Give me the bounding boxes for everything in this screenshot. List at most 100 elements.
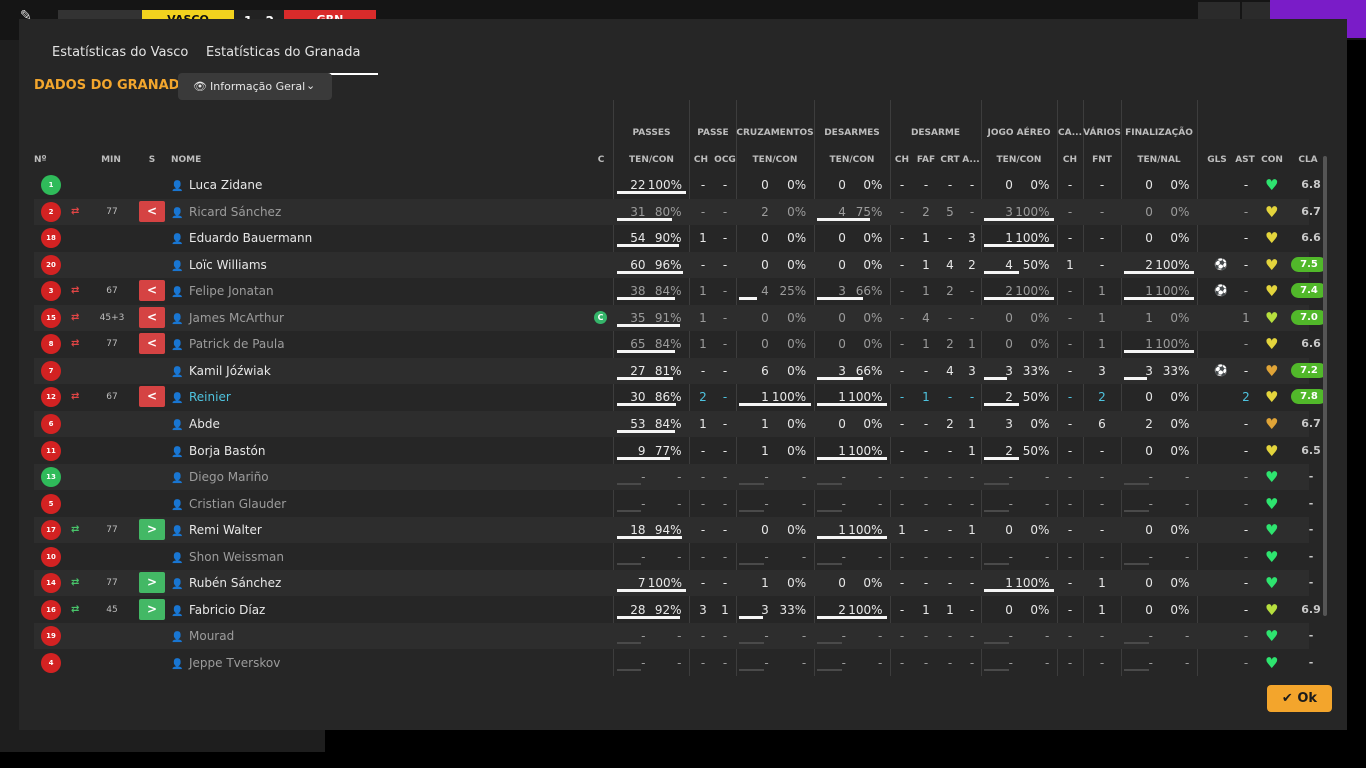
player-name[interactable]: 👤 Cristian Glauder xyxy=(171,491,286,517)
player-name[interactable]: 👤 Fabricio Díaz xyxy=(171,597,265,623)
player-name[interactable]: 👤 Remi Walter xyxy=(171,517,262,543)
table-row[interactable]: 17 ⇄ 77 > 👤 Remi Walter 18 94% 0 0% 1 100% 0 0% 0 0% - -1… xyxy=(34,517,1313,544)
column-header[interactable]: GLS xyxy=(1204,155,1230,165)
stat-attempts: 0 xyxy=(838,178,846,192)
table-row[interactable]: 6 👤 Abde 53 84% 1 0% 0 0% 3 0% 2 0% 1- - -2 1-6- ♥ 6.7 xyxy=(34,410,1321,437)
column-header[interactable]: CON xyxy=(1258,155,1286,165)
table-row[interactable]: 10 👤 Shon Weissman - - - - - - - - - - - - - - - - - - - ♥ - xyxy=(34,544,1313,570)
column-header[interactable]: CH xyxy=(1059,155,1081,165)
stat-cell: 1 xyxy=(699,337,707,352)
sub-off-button[interactable]: < xyxy=(139,280,165,302)
player-name-label: Borja Bastón xyxy=(189,443,266,458)
table-row[interactable]: 19 👤 Mourad - - - - - - - - - - - - - - - - - - - ♥ - xyxy=(34,623,1313,650)
shirt-number-icon: 6 xyxy=(41,413,61,434)
success-rate-bar xyxy=(817,376,864,380)
ok-button[interactable]: ✔ Ok xyxy=(1267,685,1332,712)
column-header[interactable]: Nº xyxy=(34,155,54,165)
sub-on-button[interactable]: > xyxy=(139,598,165,620)
player-name[interactable]: 👤 James McArthur xyxy=(171,305,284,331)
column-header[interactable]: FNT xyxy=(1083,155,1121,165)
table-row[interactable]: 8 ⇄ 77 < 👤 Patrick de Paula 65 84% 0 0% 0 0% 0 0% 1 100… xyxy=(34,331,1321,357)
stat-attempts: 65 xyxy=(630,337,646,352)
person-icon: 👤 xyxy=(171,313,184,325)
eye-icon: 👁 xyxy=(193,80,207,93)
player-name[interactable]: 👤 Patrick de Paula xyxy=(171,331,285,357)
table-row[interactable]: 15 ⇄ 45+3 < 👤 James McArthur C 35 91% 0 0% 0 0% 0 0% 1 0… xyxy=(34,304,1324,331)
stat-success: 100% xyxy=(848,523,883,538)
table-row[interactable]: 16 ⇄ 45 > 👤 Fabricio Díaz 28 92% 3 33% 2 100% 0 0% 0 0%… xyxy=(34,597,1321,623)
column-header[interactable]: CRT xyxy=(938,155,962,165)
column-header[interactable]: OCG xyxy=(714,155,736,165)
column-header[interactable]: TEN/CON xyxy=(614,155,689,165)
column-header[interactable]: MIN xyxy=(96,155,126,165)
table-row[interactable]: 1 👤 Luca Zidane 22 100% 0 0% 0 0% 0 0% 0 0% - - - - - - - - -… xyxy=(34,172,1321,198)
stat-attempts: 0 xyxy=(1005,178,1013,192)
group-header: JOGO AÉREO xyxy=(987,128,1051,138)
column-header[interactable]: TEN/CON xyxy=(814,155,890,165)
player-name[interactable]: 👤 Jeppe Tverskov xyxy=(171,650,280,676)
table-row[interactable]: 3 ⇄ 67 < 👤 Felipe Jonatan 38 84% 4 25% 3 66% 2 100% 1 1… xyxy=(34,278,1324,304)
player-name[interactable]: 👤 Diego Mariño xyxy=(171,464,269,490)
stat-cell: - xyxy=(722,549,728,564)
player-name[interactable]: 👤 Kamil Jóźwiak xyxy=(171,358,271,384)
column-header[interactable]: FAF xyxy=(914,155,938,165)
column-header[interactable]: AST xyxy=(1232,155,1258,165)
stat-cell: - xyxy=(1099,257,1105,272)
sub-off-button[interactable]: < xyxy=(139,200,165,222)
stat-success: 0% xyxy=(787,337,807,352)
column-header[interactable]: TEN/NAL xyxy=(1121,155,1197,165)
table-row[interactable]: 4 👤 Jeppe Tverskov - - - - - - - - - - - - - - - - - - - ♥ - xyxy=(34,650,1313,676)
table-row[interactable]: 13 👤 Diego Mariño - - - - - - - - - - - - - - - - - - - ♥ - xyxy=(34,464,1313,491)
player-rating: - xyxy=(1308,496,1314,510)
player-name[interactable]: 👤 Loïc Williams xyxy=(171,252,267,278)
player-name-label: Patrick de Paula xyxy=(189,337,285,352)
player-name[interactable]: 👤 Eduardo Bauermann xyxy=(171,225,312,251)
group-header: CRUZAMENTOS xyxy=(736,128,814,138)
sub-on-button[interactable]: > xyxy=(139,519,165,541)
stat-cell: - xyxy=(722,655,728,670)
person-icon: 👤 xyxy=(171,393,184,405)
sub-on-button[interactable]: > xyxy=(139,572,165,594)
player-name[interactable]: 👤 Borja Bastón xyxy=(171,438,266,464)
table-row[interactable]: 2 ⇄ 77 < 👤 Ricard Sánchez 31 80% 2 0% 4 75% 3 100% 0 0%… xyxy=(34,198,1321,225)
table-row[interactable]: 12 ⇄ 67 < 👤 Reinier 30 86% 1 100% 1 100% 2 50% 0 0% 2- -1… xyxy=(34,384,1324,410)
sub-on-icon: ⇄ xyxy=(71,577,80,589)
player-name[interactable]: 👤 Reinier xyxy=(171,384,231,410)
table-row[interactable]: 11 👤 Borja Bastón 9 77% 1 0% 1 100% 2 50% 0 0% - - - - -1… xyxy=(34,438,1321,464)
stat-cell: - xyxy=(969,655,975,670)
column-header[interactable]: S xyxy=(144,155,160,165)
player-name[interactable]: 👤 Shon Weissman xyxy=(171,544,284,570)
player-name[interactable]: 👤 Mourad xyxy=(171,623,234,649)
column-header[interactable]: A... xyxy=(962,155,980,165)
table-row[interactable]: 7 👤 Kamil Jóźwiak 27 81% 6 0% 3 66% 3 33% 3 33% - - - - 4… xyxy=(34,357,1324,384)
column-header[interactable]: CH xyxy=(892,155,912,165)
player-name[interactable]: 👤 Abde xyxy=(171,411,220,437)
player-name[interactable]: 👤 Felipe Jonatan xyxy=(171,278,274,304)
column-header[interactable]: CLA xyxy=(1290,155,1324,165)
column-header[interactable]: TEN/CON xyxy=(736,155,814,165)
sub-off-button[interactable]: < xyxy=(139,306,165,328)
empty-rate-bar xyxy=(984,483,1009,486)
stat-cell: - xyxy=(722,178,728,192)
table-scrollbar[interactable] xyxy=(1323,156,1327,616)
table-row[interactable]: 18 👤 Eduardo Bauermann 54 90% 0 0% 0 0% 1 100% 0 0% 1… xyxy=(34,225,1321,251)
tab-granada-stats[interactable]: Estatísticas do Granada xyxy=(188,41,379,75)
sub-off-button[interactable]: < xyxy=(139,386,165,408)
column-header[interactable]: CH xyxy=(690,155,712,165)
player-name[interactable]: 👤 Ricard Sánchez xyxy=(171,199,281,225)
column-header[interactable]: NOME xyxy=(171,155,231,165)
player-name[interactable]: 👤 Rubén Sánchez xyxy=(171,570,281,596)
table-row[interactable]: 14 ⇄ 77 > 👤 Rubén Sánchez 7 100% 1 0% 0 0% 1 100% 0 0% -… xyxy=(34,570,1313,597)
close-topbar-button[interactable] xyxy=(1242,2,1270,20)
view-dropdown[interactable]: 👁 Informação Geral ⌄ xyxy=(178,73,332,100)
column-header[interactable]: TEN/CON xyxy=(981,155,1057,165)
speed-button[interactable] xyxy=(1198,2,1240,20)
table-row[interactable]: 20 👤 Loïc Williams 60 96% 0 0% 0 0% 4 50% 2 100% - - -1… xyxy=(34,251,1324,278)
sub-off-button[interactable]: < xyxy=(139,333,165,355)
column-header[interactable]: C xyxy=(595,155,607,165)
player-name[interactable]: 👤 Luca Zidane xyxy=(171,172,262,198)
tab-vasco-stats[interactable]: Estatísticas do Vasco xyxy=(52,41,188,73)
player-name-label: Remi Walter xyxy=(189,523,262,538)
table-row[interactable]: 5 👤 Cristian Glauder - - - - - - - - - - - - - - - - - - - ♥ - xyxy=(34,491,1313,517)
success-rate-bar xyxy=(617,217,673,221)
